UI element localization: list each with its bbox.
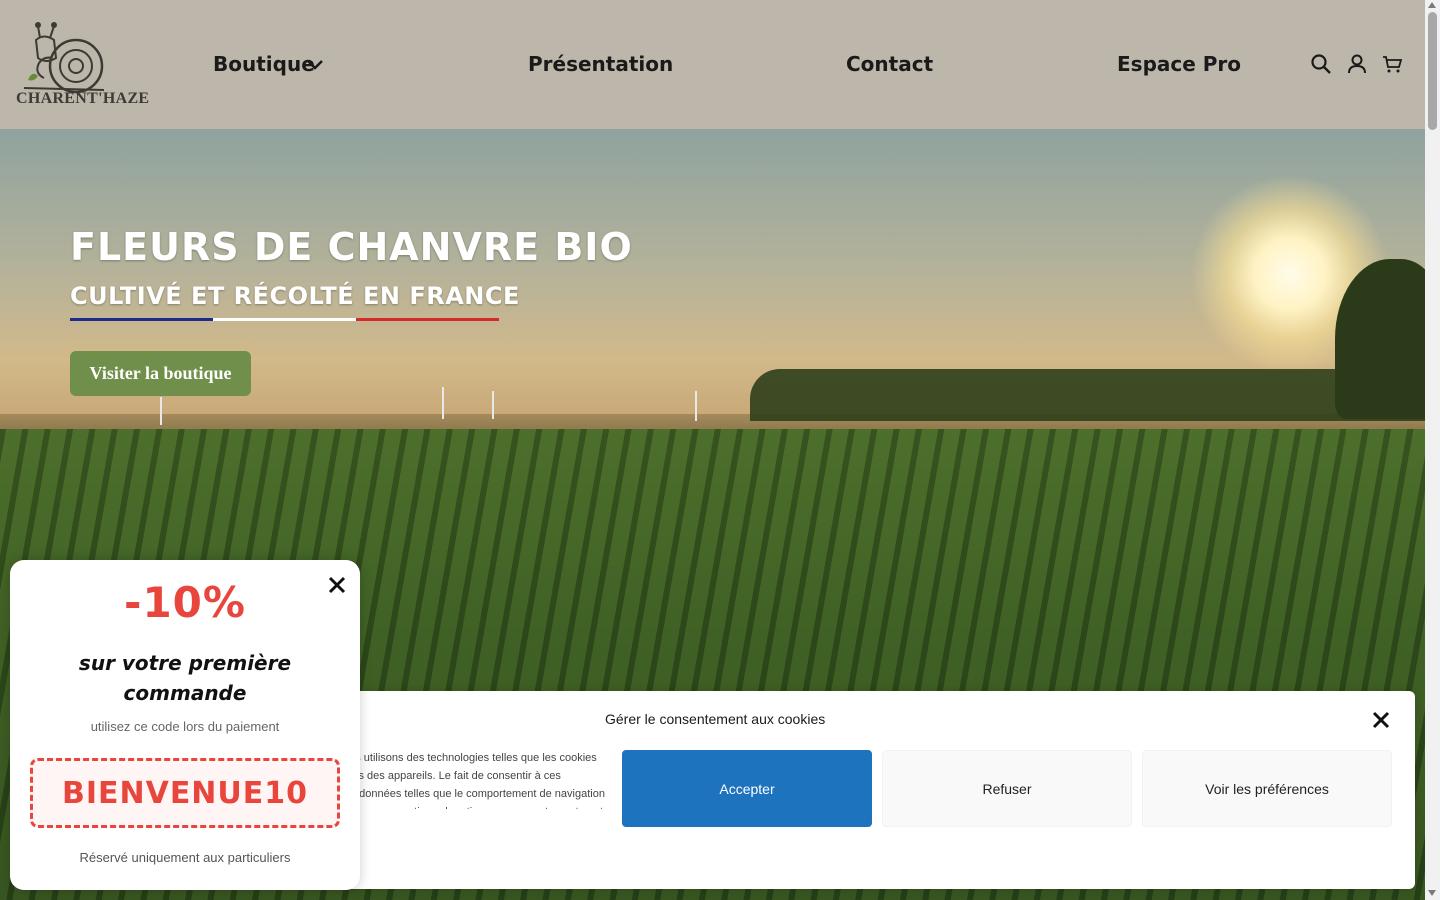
french-flag-underline bbox=[70, 318, 499, 321]
visit-shop-button[interactable]: Visiter la boutique bbox=[70, 351, 251, 396]
promo-discount: -10% bbox=[124, 578, 246, 627]
nav-presentation[interactable]: Présentation bbox=[528, 52, 673, 76]
hero-subtitle: Cultivé et récolté en France bbox=[70, 282, 520, 310]
brand-name: CHARENT'HAZE bbox=[16, 90, 150, 107]
nav-boutique[interactable]: Boutique bbox=[213, 52, 315, 76]
hero-title: Fleurs de chanvre bio bbox=[70, 225, 633, 269]
account-icon[interactable] bbox=[1346, 53, 1368, 75]
windmill bbox=[492, 391, 494, 419]
page-scrollbar[interactable] bbox=[1425, 0, 1440, 900]
chevron-down-icon[interactable] bbox=[306, 58, 324, 72]
cookie-text-container: Pour offrir les meilleures expériences, … bbox=[340, 749, 612, 809]
search-icon[interactable] bbox=[1310, 53, 1332, 75]
promo-description: sur votre première commande bbox=[78, 651, 292, 705]
cookie-title: Gérer le consentement aux cookies bbox=[605, 711, 826, 727]
nav-espace-pro[interactable]: Espace Pro bbox=[1117, 52, 1241, 76]
cart-icon[interactable] bbox=[1381, 53, 1403, 75]
promo-note: Réservé uniquement aux particuliers bbox=[79, 850, 291, 865]
scroll-up-arrow-icon[interactable] bbox=[1428, 2, 1436, 8]
refuse-cookies-button[interactable]: Refuser bbox=[882, 750, 1132, 827]
site-header: CHARENT'HAZE Boutique Présentation Conta… bbox=[0, 0, 1425, 129]
snail-logo-icon bbox=[23, 22, 105, 94]
nav-contact[interactable]: Contact bbox=[846, 52, 933, 76]
promo-popup: -10% sur votre première commande utilise… bbox=[10, 560, 360, 890]
cookie-preferences-button[interactable]: Voir les préférences bbox=[1142, 750, 1392, 827]
accept-cookies-button[interactable]: Accepter bbox=[622, 750, 872, 827]
promo-code[interactable]: BIENVENUE10 bbox=[30, 758, 340, 828]
windmill bbox=[442, 387, 444, 419]
windmill bbox=[160, 397, 162, 425]
close-icon[interactable] bbox=[1370, 709, 1392, 731]
scroll-down-arrow-icon[interactable] bbox=[1428, 890, 1436, 896]
windmill bbox=[695, 391, 697, 421]
hero-treeline bbox=[750, 369, 1425, 421]
promo-hint: utilisez ce code lors du paiement bbox=[90, 719, 280, 734]
cookie-consent-banner: Gérer le consentement aux cookies Pour o… bbox=[340, 691, 1415, 889]
scrollbar-thumb[interactable] bbox=[1428, 12, 1437, 130]
cookie-text: Pour offrir les meilleures expériences, … bbox=[340, 752, 605, 809]
